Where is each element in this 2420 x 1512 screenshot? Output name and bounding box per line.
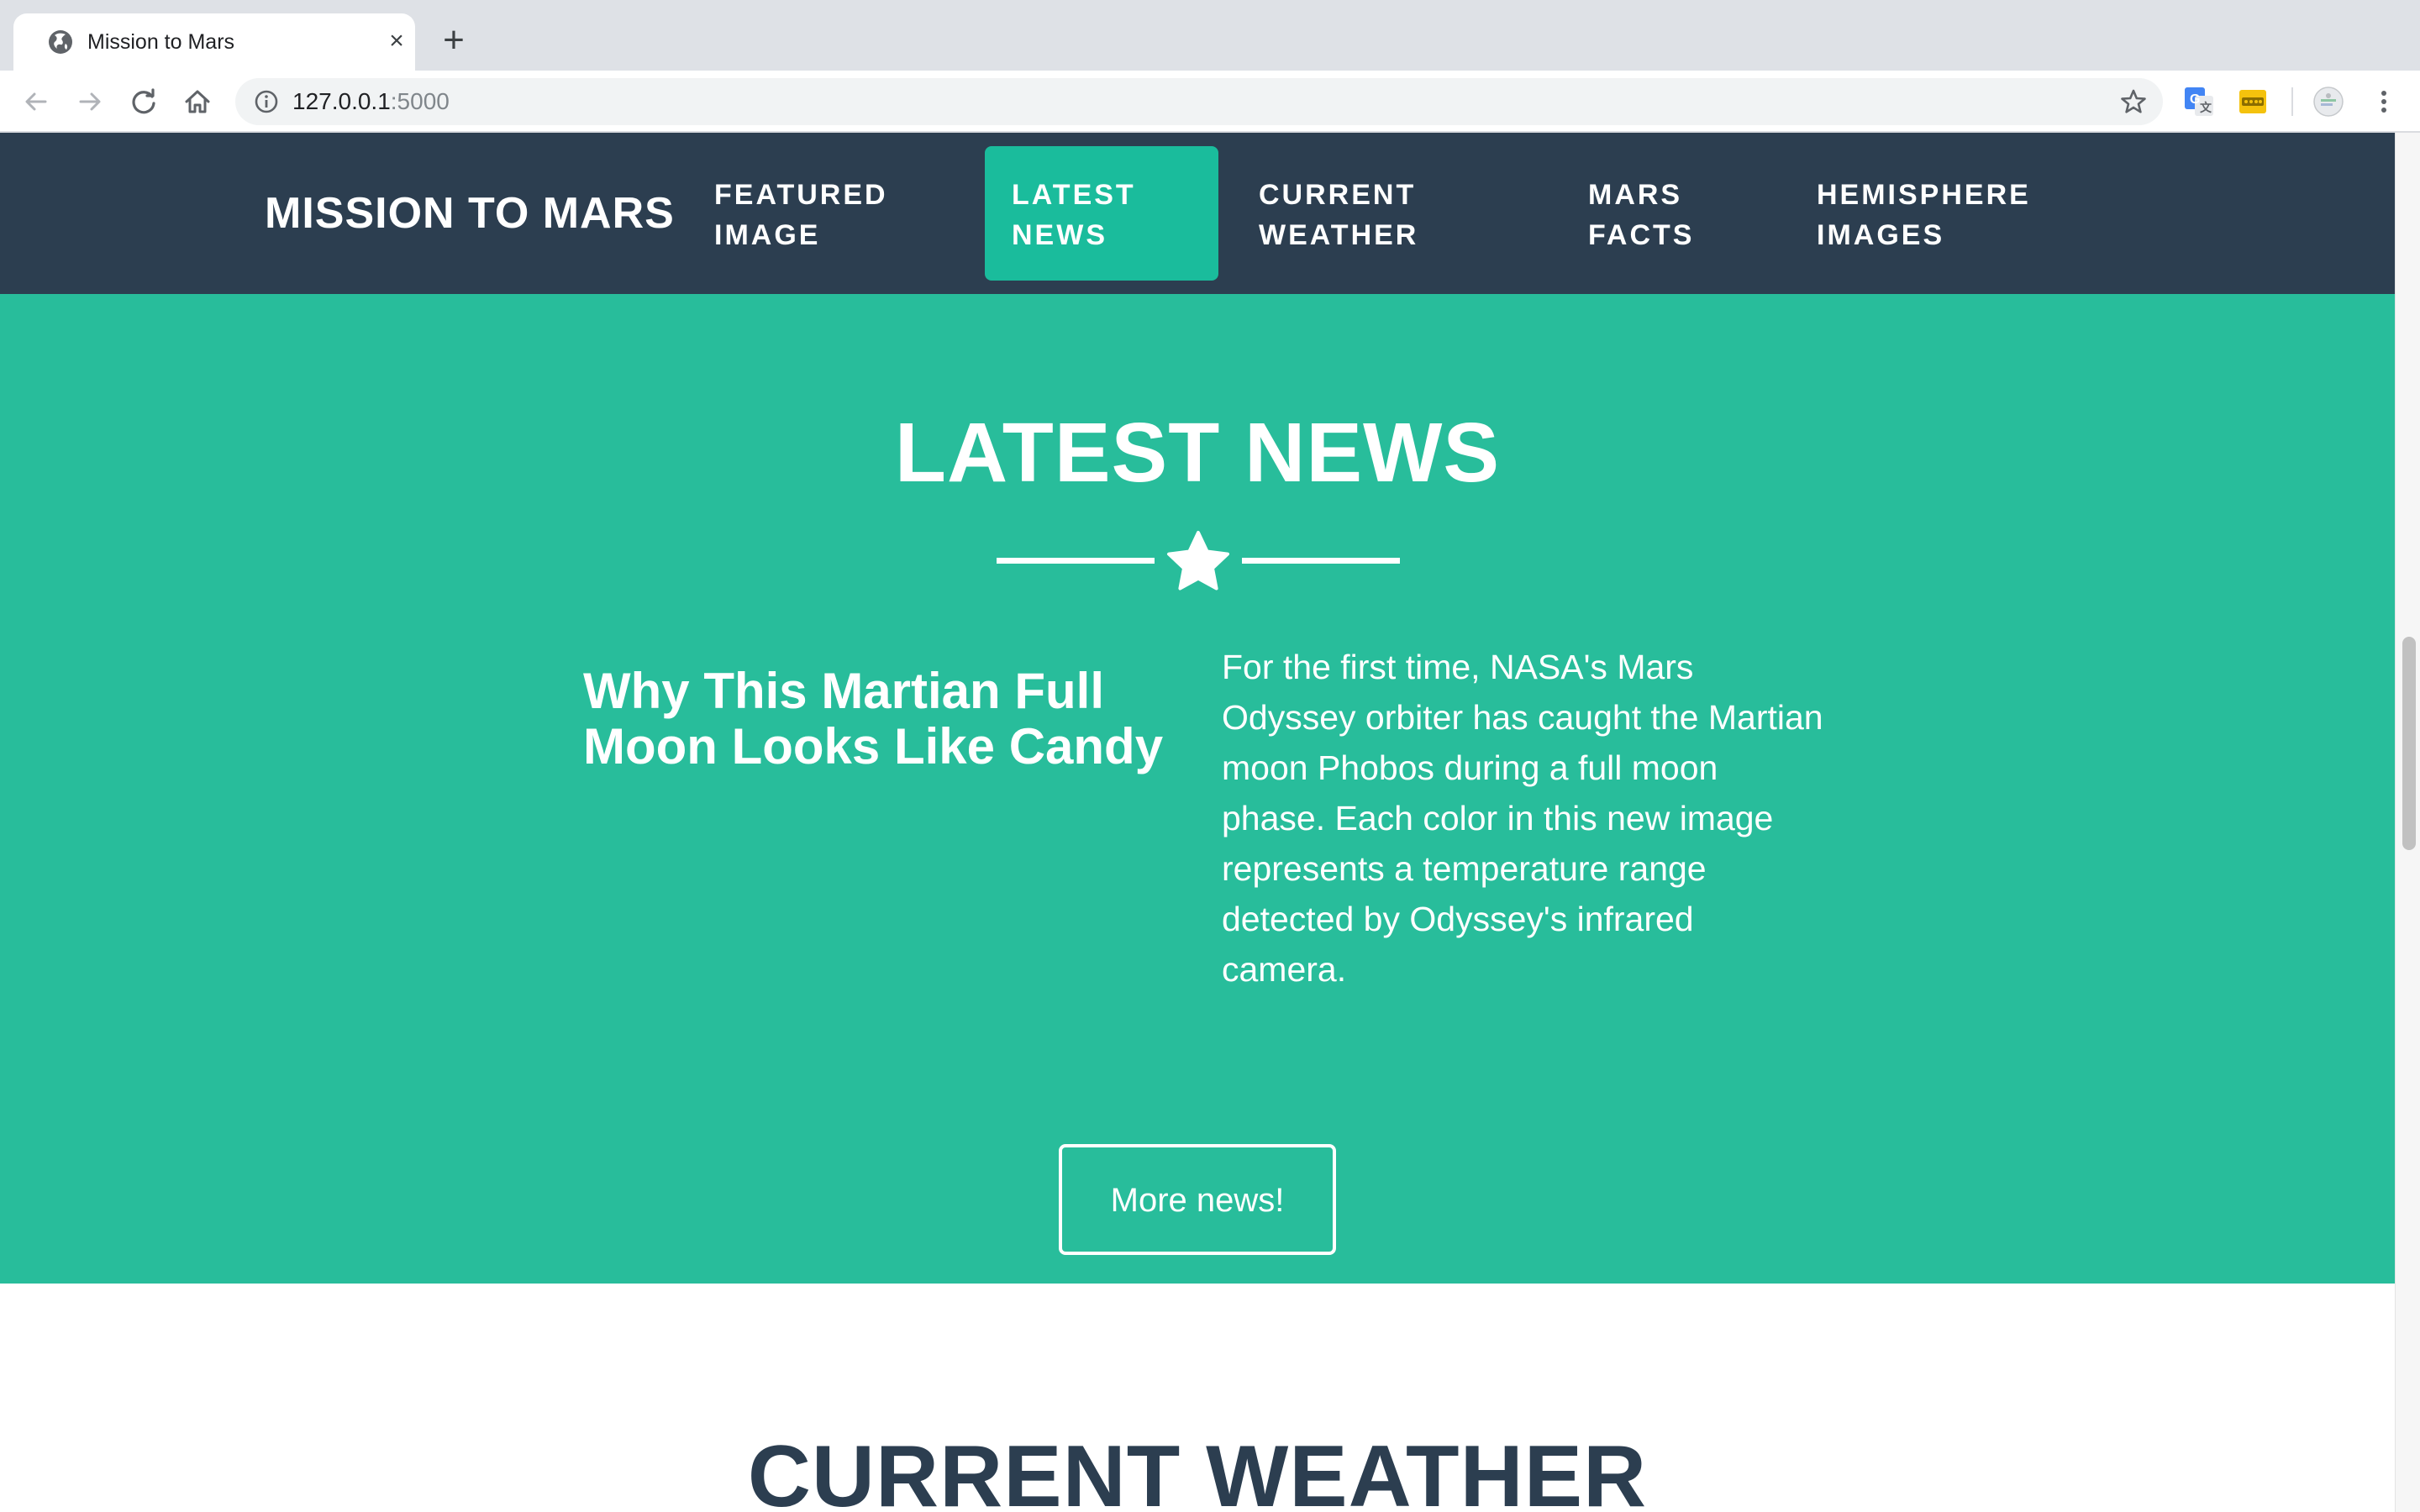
page-scrollbar[interactable] [2395,133,2420,1512]
nav-item-featured-image[interactable]: FEATURED IMAGE [687,146,939,281]
globe-icon [49,30,72,54]
section-title: LATEST NEWS [894,406,1501,500]
browser-tabstrip: Mission to Mars × + [0,0,2420,71]
svg-text:文: 文 [2200,101,2212,114]
nav-item-mars-facts[interactable]: MARS FACTS [1561,146,1763,281]
news-article-title: Why This Martian Full Moon Looks Like Ca… [583,663,1164,774]
site-brand[interactable]: MISSION TO MARS [265,185,675,242]
more-news-button[interactable]: More news! [1059,1144,1336,1255]
url-text: 127.0.0.1:5000 [292,88,450,114]
new-tab-button[interactable]: + [437,22,471,59]
browser-tab[interactable]: Mission to Mars × [13,13,415,71]
profile-avatar-icon[interactable] [2312,86,2344,118]
back-arrow-icon[interactable] [20,86,52,118]
toolbar-separator [2291,87,2293,116]
scrollbar-thumb[interactable] [2402,637,2416,850]
bookmark-star-icon[interactable] [2119,87,2148,116]
address-bar[interactable]: 127.0.0.1:5000 [235,78,2163,125]
svg-text:G: G [2190,92,2200,107]
divider-line-right [1242,558,1400,564]
password-extension-icon[interactable] [2237,86,2269,118]
star-divider [997,531,1400,591]
weather-section-title: CURRENT WEATHER [747,1428,1648,1512]
nav-item-latest-news[interactable]: LATEST NEWS [985,146,1218,281]
home-icon[interactable] [182,86,213,118]
news-article-body: For the first time, NASA's Mars Odyssey … [1222,648,1823,989]
menu-kebab-icon[interactable] [2368,86,2400,118]
star-icon [1167,531,1229,591]
latest-news-section: LATEST NEWS Why This Martian Full Moon L… [0,294,2395,1284]
close-tab-icon[interactable]: × [383,29,410,55]
tab-title: Mission to Mars [87,30,235,54]
page-viewport: MISSION TO MARS FEATURED IMAGE LATEST NE… [0,133,2395,1512]
site-navbar: MISSION TO MARS FEATURED IMAGE LATEST NE… [0,133,2395,294]
nav-item-hemisphere-images[interactable]: HEMISPHERE IMAGES [1790,146,2067,281]
forward-arrow-icon[interactable] [74,86,106,118]
browser-toolbar: 127.0.0.1:5000 G 文 [0,71,2420,133]
nav-item-current-weather[interactable]: CURRENT WEATHER [1232,146,1484,281]
google-translate-icon[interactable]: G 文 [2183,86,2215,118]
info-icon[interactable] [254,89,279,114]
divider-line-left [997,558,1155,564]
reload-icon[interactable] [128,86,160,118]
